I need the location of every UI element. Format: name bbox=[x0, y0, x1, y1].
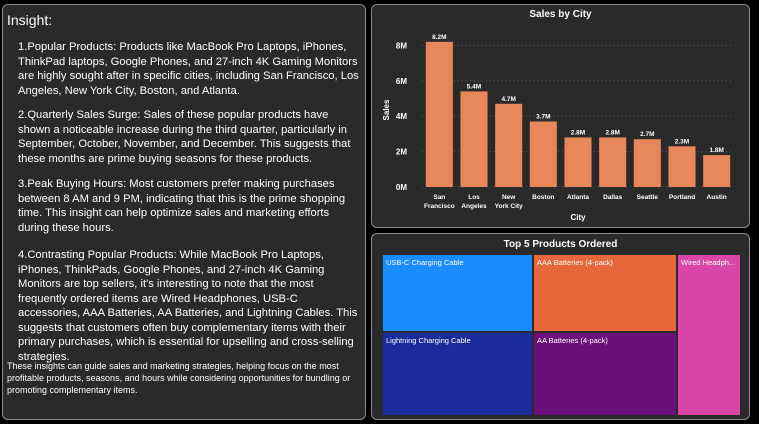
data-label: 2.7M bbox=[640, 131, 654, 138]
treemap-cell-lightning[interactable]: Lightning Charging Cable bbox=[382, 332, 533, 416]
sales-by-city-chart[interactable]: Sales by City 0M 2M 4M 6M 8M Sales 8.2M San Fran… bbox=[371, 4, 750, 228]
treemap-label: Lightning Charging Cable bbox=[386, 336, 471, 345]
x-tick-label: York City bbox=[495, 203, 523, 210]
insight-paragraph-1: 1.Popular Products: Products like MacBoo… bbox=[18, 41, 359, 97]
bar bbox=[529, 121, 557, 187]
x-tick-label: Angeles bbox=[461, 203, 487, 210]
data-label: 8.2M bbox=[432, 34, 446, 41]
y-tick-label: 4M bbox=[396, 112, 407, 121]
bar bbox=[599, 137, 627, 187]
x-tick-label: San bbox=[433, 194, 445, 201]
top-products-treemap[interactable]: Top 5 Products Ordered USB-C Charging Ca… bbox=[371, 233, 750, 420]
treemap-cell-aaa-batteries[interactable]: AAA Batteries (4-pack) bbox=[533, 254, 677, 332]
data-label: 1.8M bbox=[709, 147, 723, 154]
treemap-label: AA Batteries (4-pack) bbox=[537, 336, 608, 345]
bar bbox=[425, 41, 453, 188]
insight-paragraph-3: 3.Peak Buying Hours: Most customers pref… bbox=[18, 178, 346, 234]
treemap-cell-wired-headphones[interactable]: Wired Headph... bbox=[677, 254, 741, 416]
treemap-cell-usb-c[interactable]: USB-C Charging Cable bbox=[382, 254, 533, 332]
x-tick-label: Los bbox=[468, 194, 480, 201]
x-tick-label: Portland bbox=[669, 194, 695, 201]
bar bbox=[668, 146, 696, 187]
y-tick-label: 2M bbox=[396, 148, 407, 157]
data-label: 3.7M bbox=[536, 114, 550, 121]
y-tick-label: 6M bbox=[396, 77, 407, 86]
data-label: 2.3M bbox=[675, 138, 689, 145]
treemap-label: AAA Batteries (4-pack) bbox=[537, 258, 613, 267]
bar bbox=[633, 139, 661, 187]
y-tick-label: 8M bbox=[396, 41, 407, 50]
treemap-cell-aa-batteries[interactable]: AA Batteries (4-pack) bbox=[533, 332, 677, 416]
x-tick-label: Atlanta bbox=[567, 194, 589, 201]
data-label: 4.7M bbox=[501, 96, 515, 103]
x-tick-label: New bbox=[502, 194, 516, 201]
bar bbox=[460, 91, 488, 187]
data-label: 2.8M bbox=[605, 129, 619, 136]
bar bbox=[564, 137, 592, 187]
bar-chart-canvas: 0M 2M 4M 6M 8M Sales 8.2M San Francisco 5.4M Los An… bbox=[382, 34, 734, 222]
treemap-title: Top 5 Products Ordered bbox=[503, 239, 618, 250]
x-tick-label: Seattle bbox=[637, 194, 659, 201]
insight-footer: These insights can guide sales and marke… bbox=[7, 361, 351, 395]
treemap-label: Wired Headph... bbox=[681, 258, 736, 267]
treemap-label: USB-C Charging Cable bbox=[386, 258, 464, 267]
x-tick-label: Austin bbox=[707, 194, 727, 201]
insight-paragraph-2: 2.Quarterly Sales Surge: Sales of these … bbox=[18, 109, 351, 165]
bar bbox=[703, 155, 731, 187]
insight-paragraph-4: 4.Contrasting Popular Products: While Ma… bbox=[18, 249, 358, 363]
insight-title: Insight: bbox=[7, 12, 53, 28]
x-axis-label: City bbox=[570, 213, 586, 222]
insight-panel: Insight: 1.Popular Products: Products li… bbox=[2, 4, 366, 420]
y-tick-label: 0M bbox=[396, 183, 407, 192]
x-tick-label: Dallas bbox=[603, 194, 623, 201]
bar bbox=[495, 103, 523, 187]
data-label: 5.4M bbox=[467, 83, 481, 90]
y-axis-label: Sales bbox=[382, 99, 391, 120]
x-tick-label: Francisco bbox=[424, 203, 455, 210]
data-label: 2.8M bbox=[571, 129, 585, 136]
x-tick-label: Boston bbox=[532, 194, 554, 201]
